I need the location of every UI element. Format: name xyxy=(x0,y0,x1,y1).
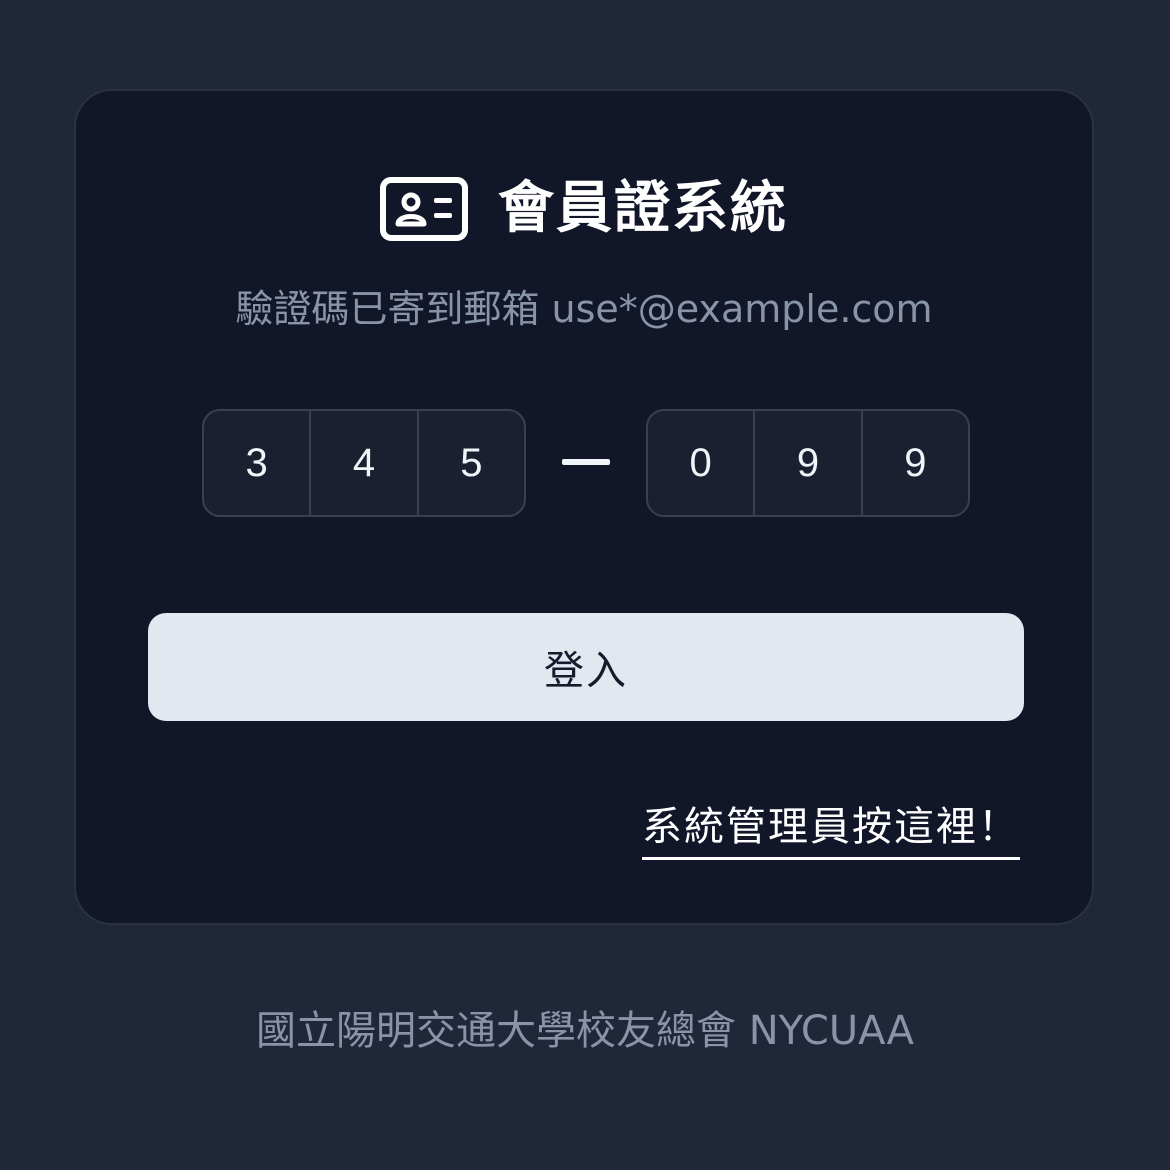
otp-separator xyxy=(562,459,610,465)
otp-digit-3[interactable]: 5 xyxy=(419,411,524,515)
page-title: 會員證系統 xyxy=(498,176,788,241)
otp-digit-4[interactable]: 0 xyxy=(648,411,756,515)
otp-input: 3 4 5 0 9 9 xyxy=(202,409,970,517)
id-card-icon xyxy=(380,177,468,241)
otp-digit-2[interactable]: 4 xyxy=(311,411,419,515)
header: 會員證系統 xyxy=(76,177,1092,241)
admin-link[interactable]: 系統管理員按這裡！ xyxy=(642,799,1020,860)
otp-digit-5[interactable]: 9 xyxy=(755,411,863,515)
otp-group-first: 3 4 5 xyxy=(202,409,526,517)
otp-group-second: 0 9 9 xyxy=(646,409,970,517)
otp-digit-1[interactable]: 3 xyxy=(204,411,312,515)
verification-message: 驗證碼已寄到郵箱 use*@example.com xyxy=(235,287,933,331)
login-button[interactable]: 登入 xyxy=(148,613,1024,721)
footer-text: 國立陽明交通大學校友總會 NYCUAA xyxy=(256,1008,914,1054)
login-card: 會員證系統 驗證碼已寄到郵箱 use*@example.com 3 4 5 0 … xyxy=(74,89,1094,925)
otp-digit-6[interactable]: 9 xyxy=(863,411,968,515)
